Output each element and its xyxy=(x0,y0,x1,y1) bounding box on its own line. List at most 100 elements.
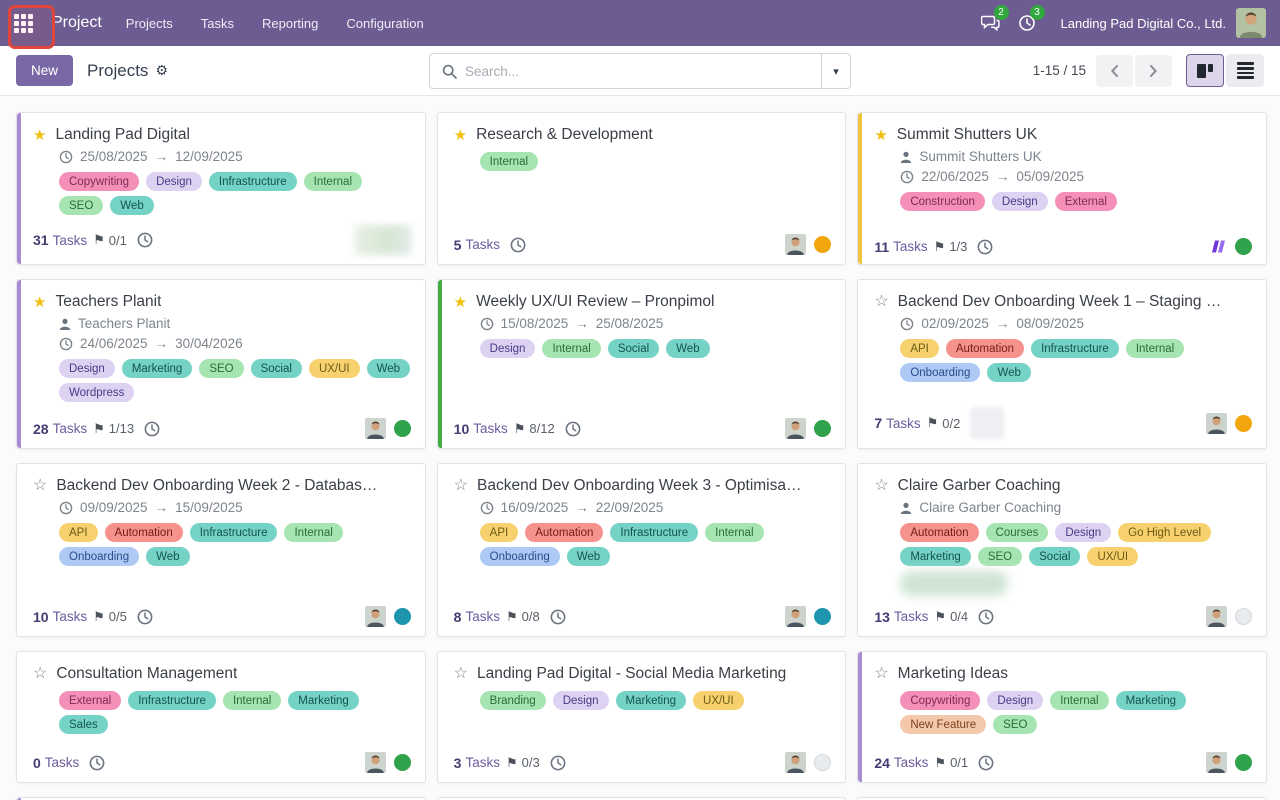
current-app-name[interactable]: Project xyxy=(52,14,102,32)
project-title[interactable]: Marketing Ideas xyxy=(898,665,1008,683)
favorite-star-icon[interactable]: ☆ xyxy=(874,666,888,682)
tasks-label[interactable]: Tasks xyxy=(53,609,88,624)
project-card[interactable]: ★ Research & Development Internal 5 Task… xyxy=(437,112,847,265)
assignee-avatar[interactable] xyxy=(785,234,806,255)
search-dropdown-caret[interactable]: ▾ xyxy=(821,54,850,88)
rocket-bolt-icon[interactable] xyxy=(1210,239,1227,254)
tasks-label[interactable]: Tasks xyxy=(894,609,929,624)
tasks-label[interactable]: Tasks xyxy=(894,755,929,770)
action-gear-icon[interactable]: ⚙ xyxy=(155,62,168,79)
schedule-clock-icon[interactable] xyxy=(565,421,581,437)
assignee-avatar[interactable] xyxy=(785,606,806,627)
schedule-clock-icon[interactable] xyxy=(137,609,153,625)
project-card[interactable]: ★ Summit Shutters UK Summit Shutters UK … xyxy=(857,112,1267,265)
project-title[interactable]: Landing Pad Digital - Social Media Marke… xyxy=(477,665,786,683)
favorite-star-icon[interactable]: ★ xyxy=(454,128,467,143)
schedule-clock-icon[interactable] xyxy=(510,237,526,253)
menu-tasks[interactable]: Tasks xyxy=(201,16,234,31)
tasks-label[interactable]: Tasks xyxy=(53,233,88,248)
tasks-label[interactable]: Tasks xyxy=(465,755,500,770)
project-card[interactable]: ☆ Consultation Management ExternalInfras… xyxy=(16,651,426,783)
assignee-avatar[interactable] xyxy=(365,606,386,627)
favorite-star-icon[interactable]: ☆ xyxy=(33,666,47,682)
schedule-clock-icon[interactable] xyxy=(550,755,566,771)
status-indicator[interactable] xyxy=(394,420,411,437)
activities-button[interactable]: 3 xyxy=(1009,0,1045,46)
schedule-clock-icon[interactable] xyxy=(978,609,994,625)
messages-button[interactable]: 2 xyxy=(973,0,1009,46)
assignee-avatar[interactable] xyxy=(1206,752,1227,773)
project-title[interactable]: Weekly UX/UI Review – Pronpimol xyxy=(476,293,714,311)
status-indicator[interactable] xyxy=(1235,415,1252,432)
favorite-star-icon[interactable]: ★ xyxy=(874,128,887,143)
menu-projects[interactable]: Projects xyxy=(126,16,173,31)
project-title[interactable]: Summit Shutters UK xyxy=(897,126,1037,144)
tasks-label[interactable]: Tasks xyxy=(53,421,88,436)
schedule-clock-icon[interactable] xyxy=(89,755,105,771)
status-indicator[interactable] xyxy=(814,754,831,771)
favorite-star-icon[interactable]: ★ xyxy=(454,295,467,310)
new-button[interactable]: New xyxy=(16,55,73,86)
assignee-avatar[interactable] xyxy=(1206,413,1227,434)
favorite-star-icon[interactable]: ☆ xyxy=(874,294,888,310)
schedule-clock-icon[interactable] xyxy=(550,609,566,625)
assignee-avatar[interactable] xyxy=(365,418,386,439)
status-indicator[interactable] xyxy=(814,420,831,437)
project-card[interactable]: ☆ Backend Dev Onboarding Week 1 – Stagin… xyxy=(857,279,1267,449)
apps-menu-button[interactable] xyxy=(0,0,46,46)
tasks-label[interactable]: Tasks xyxy=(893,239,928,254)
schedule-clock-icon[interactable] xyxy=(144,421,160,437)
project-card[interactable]: ☆ Backend Dev Onboarding Week 2 - Databa… xyxy=(16,463,426,637)
tasks-label[interactable]: Tasks xyxy=(45,755,80,770)
tasks-label[interactable]: Tasks xyxy=(473,421,508,436)
schedule-clock-icon[interactable] xyxy=(137,232,153,248)
project-title[interactable]: Backend Dev Onboarding Week 1 – Staging … xyxy=(898,293,1222,311)
project-title[interactable]: Teachers Planit xyxy=(55,293,161,311)
project-title[interactable]: Landing Pad Digital xyxy=(55,126,189,144)
list-view-button[interactable] xyxy=(1226,54,1264,87)
assignee-avatar[interactable] xyxy=(365,752,386,773)
project-card[interactable]: ☆ Backend Dev Onboarding Week 3 - Optimi… xyxy=(437,463,847,637)
status-indicator[interactable] xyxy=(814,608,831,625)
assignee-avatar[interactable] xyxy=(785,418,806,439)
pager-previous-button[interactable] xyxy=(1096,55,1133,87)
project-title[interactable]: Research & Development xyxy=(476,126,653,144)
favorite-star-icon[interactable]: ☆ xyxy=(874,478,888,494)
status-indicator[interactable] xyxy=(814,236,831,253)
schedule-clock-icon[interactable] xyxy=(978,755,994,771)
favorite-star-icon[interactable]: ☆ xyxy=(454,666,468,682)
project-card[interactable]: ☆ Landing Pad Digital - Social Media Mar… xyxy=(437,651,847,783)
project-title[interactable]: Backend Dev Onboarding Week 2 - Databas… xyxy=(56,477,377,495)
favorite-star-icon[interactable]: ★ xyxy=(33,295,46,310)
project-card[interactable]: ★ Teachers Planit Teachers Planit 24/06/… xyxy=(16,279,426,449)
status-indicator[interactable] xyxy=(1235,238,1252,255)
search-box[interactable]: ▾ xyxy=(429,53,851,89)
status-indicator[interactable] xyxy=(394,608,411,625)
status-indicator[interactable] xyxy=(1235,754,1252,771)
tasks-label[interactable]: Tasks xyxy=(465,237,500,252)
status-indicator[interactable] xyxy=(1235,608,1252,625)
favorite-star-icon[interactable]: ☆ xyxy=(33,478,47,494)
schedule-clock-icon[interactable] xyxy=(977,239,993,255)
kanban-view-button[interactable] xyxy=(1186,54,1224,87)
project-card[interactable]: ★ Weekly UX/UI Review – Pronpimol 15/08/… xyxy=(437,279,847,449)
menu-reporting[interactable]: Reporting xyxy=(262,16,318,31)
pager-next-button[interactable] xyxy=(1135,55,1172,87)
project-card[interactable]: ☆ Marketing Ideas CopywritingDesignInter… xyxy=(857,651,1267,783)
tasks-label[interactable]: Tasks xyxy=(886,416,921,431)
favorite-star-icon[interactable]: ☆ xyxy=(454,478,468,494)
project-card[interactable]: ☆ Claire Garber Coaching Claire Garber C… xyxy=(857,463,1267,637)
user-avatar[interactable] xyxy=(1236,8,1266,38)
favorite-star-icon[interactable]: ★ xyxy=(33,128,46,143)
search-input[interactable] xyxy=(465,64,821,79)
status-indicator[interactable] xyxy=(394,754,411,771)
project-card[interactable]: ★ Landing Pad Digital 25/08/2025 → 12/09… xyxy=(16,112,426,265)
company-name[interactable]: Landing Pad Digital Co., Ltd. xyxy=(1061,16,1227,31)
tasks-label[interactable]: Tasks xyxy=(465,609,500,624)
project-title[interactable]: Backend Dev Onboarding Week 3 - Optimisa… xyxy=(477,477,802,495)
project-title[interactable]: Consultation Management xyxy=(56,665,237,683)
menu-configuration[interactable]: Configuration xyxy=(346,16,423,31)
assignee-avatar[interactable] xyxy=(785,752,806,773)
project-title[interactable]: Claire Garber Coaching xyxy=(898,477,1061,495)
assignee-avatar[interactable] xyxy=(1206,606,1227,627)
